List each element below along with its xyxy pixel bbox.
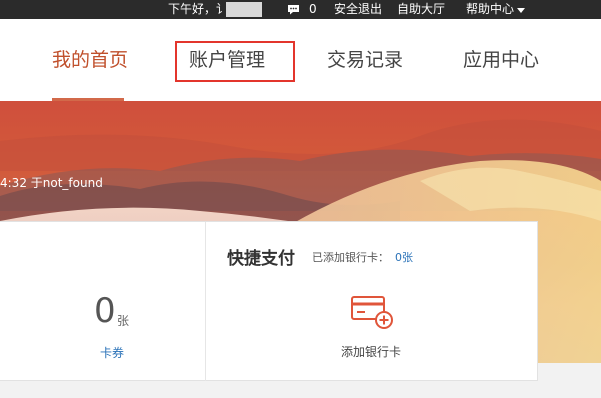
card-divider <box>205 222 206 382</box>
quick-pay-title: 快捷支付 <box>227 249 295 269</box>
greeting-text: 下午好，讠 <box>168 2 229 16</box>
chevron-down-icon[interactable] <box>517 8 525 13</box>
top-utility-bar: 下午好，讠 0 安全退出 自助大厅 帮助中心 <box>0 0 601 19</box>
tab-app-center[interactable]: 应用中心 <box>463 47 539 73</box>
masked-username <box>226 2 262 17</box>
self-service-hall-link[interactable]: 自助大厅 <box>397 2 445 17</box>
page-background-strip <box>0 381 601 398</box>
account-summary-card: 0 张 卡券 快捷支付 已添加银行卡： 0张 添加银行卡 <box>0 221 538 382</box>
last-login-caption: 4:32 于not_found <box>0 176 103 190</box>
tab-transaction-records[interactable]: 交易记录 <box>327 47 403 73</box>
coupon-count: 0 <box>94 291 116 331</box>
coupon-unit: 张 <box>117 314 130 328</box>
coupons-link[interactable]: 卡券 <box>100 344 124 361</box>
main-nav: 我的首页 账户管理 交易记录 应用中心 <box>0 19 601 101</box>
message-count[interactable]: 0 <box>309 2 317 17</box>
add-bank-card-icon[interactable] <box>350 294 396 330</box>
bank-card-count-link[interactable]: 0张 <box>395 249 413 265</box>
add-bank-card-link[interactable]: 添加银行卡 <box>341 343 401 360</box>
logout-link[interactable]: 安全退出 <box>334 2 382 17</box>
bank-card-label: 已添加银行卡： <box>312 251 389 264</box>
tab-account-management[interactable]: 账户管理 <box>189 47 265 73</box>
help-center-menu[interactable]: 帮助中心 <box>466 2 514 17</box>
message-bubble-icon[interactable] <box>287 4 300 15</box>
tab-home[interactable]: 我的首页 <box>52 47 128 73</box>
